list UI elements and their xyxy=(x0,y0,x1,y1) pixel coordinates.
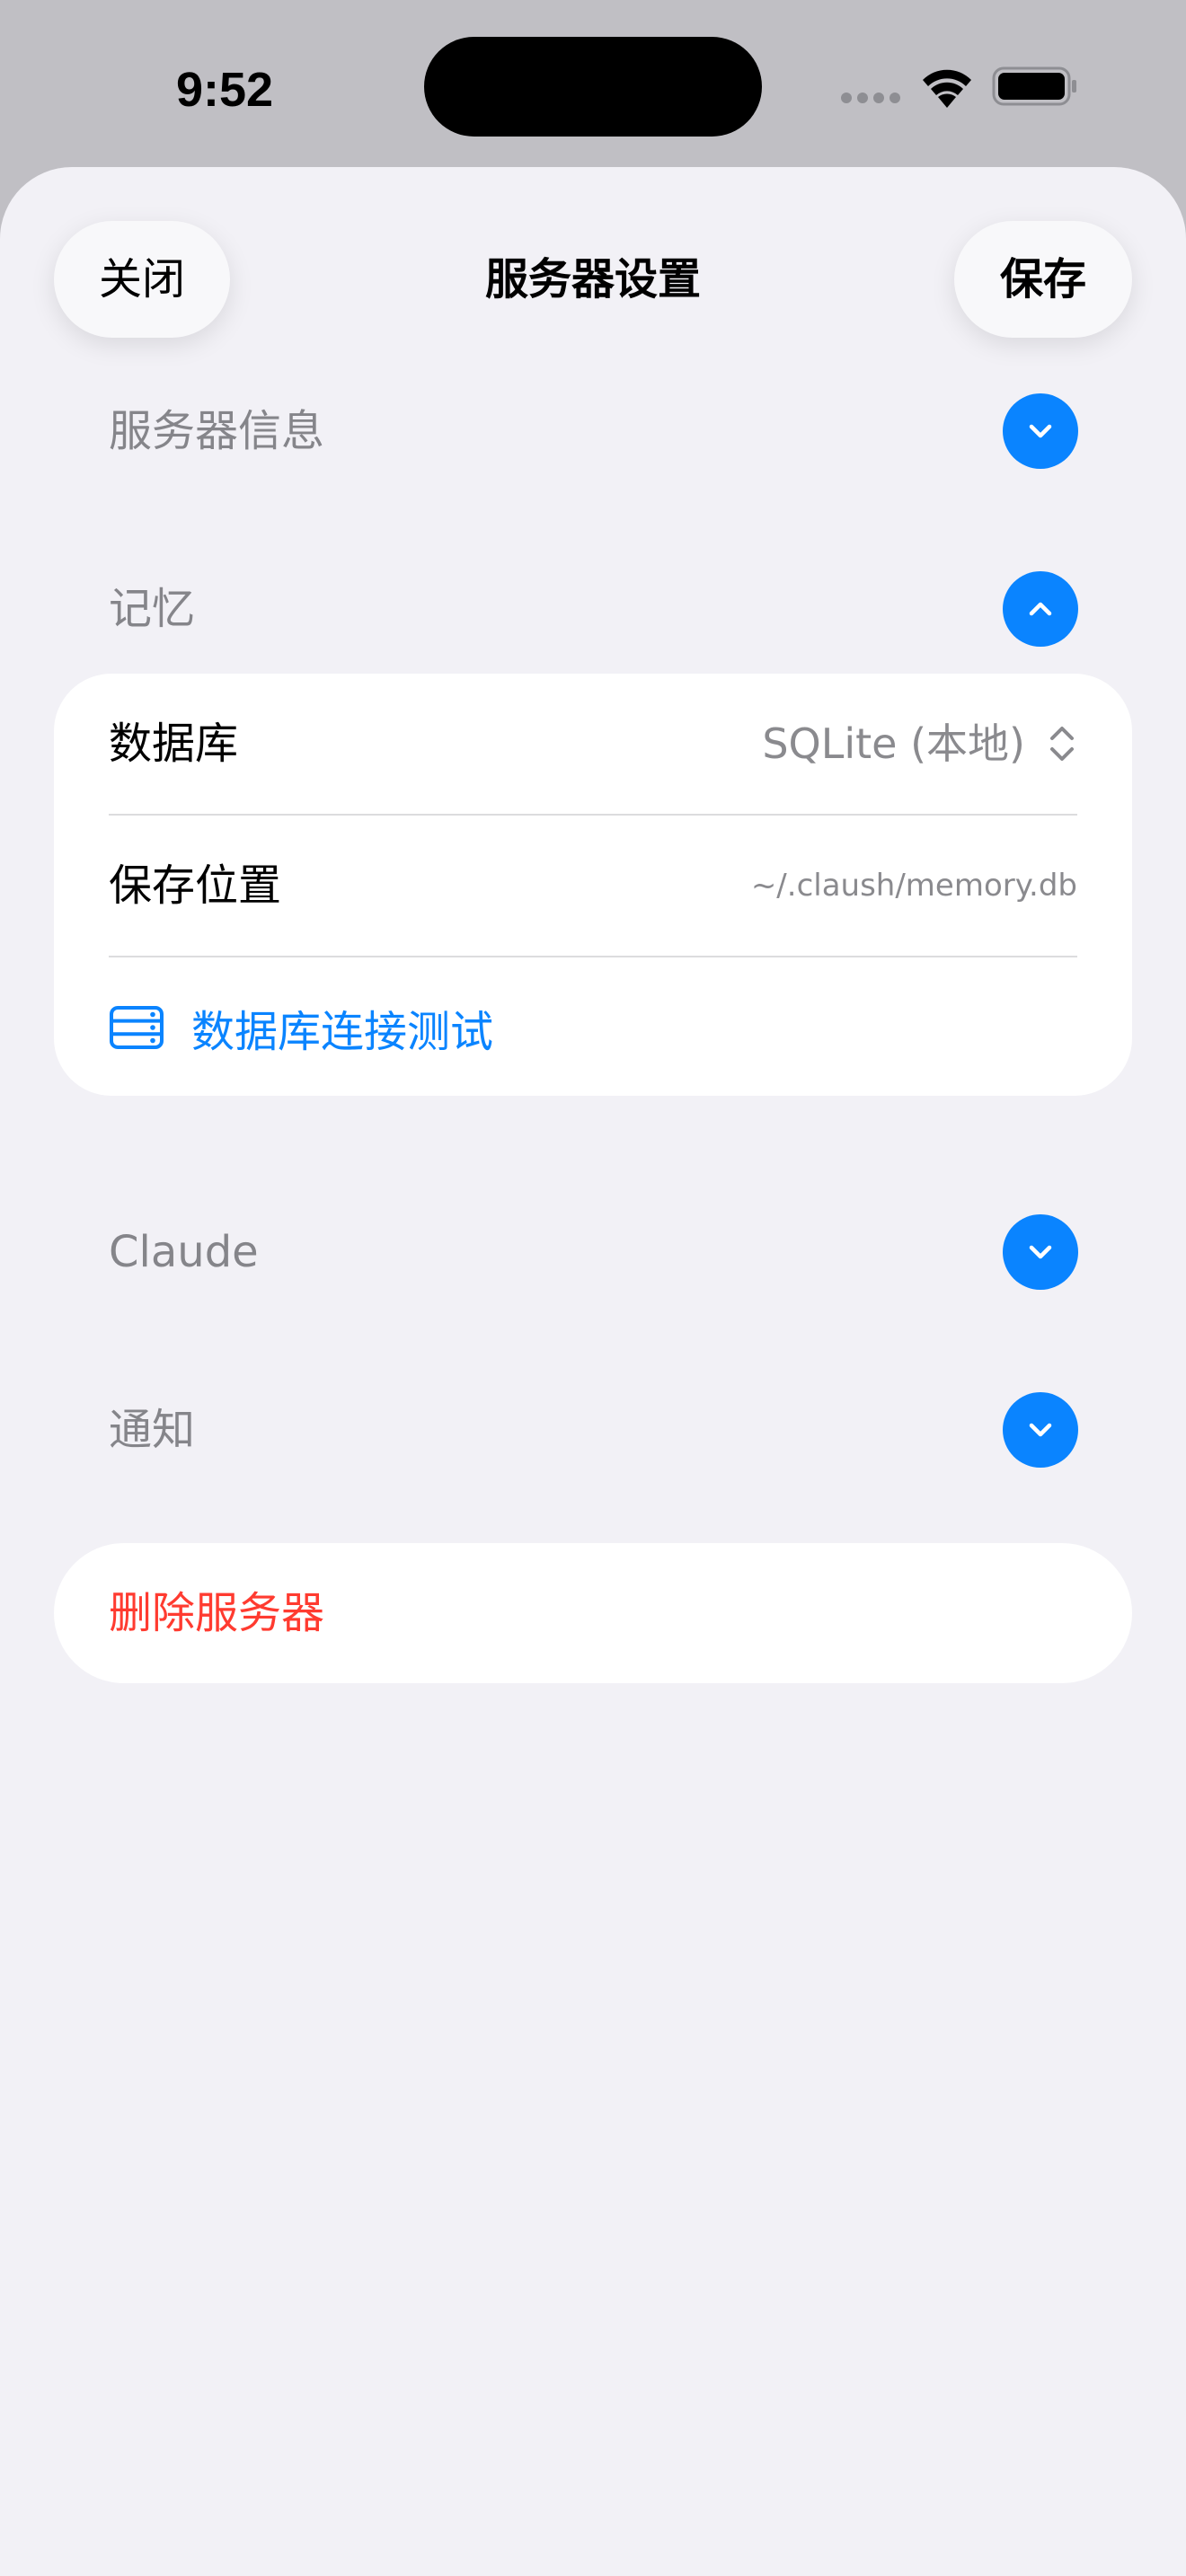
dynamic-island xyxy=(424,37,762,137)
section-label-claude: Claude xyxy=(109,1227,259,1277)
chevron-down-icon[interactable] xyxy=(1003,1392,1078,1468)
chevron-down-icon[interactable] xyxy=(1003,1214,1078,1290)
location-label: 保存位置 xyxy=(109,860,282,911)
battery-icon xyxy=(992,66,1076,106)
close-button[interactable]: 关闭 xyxy=(54,221,230,338)
location-value: ~/.claush/memory.db xyxy=(750,868,1077,904)
database-test-label: 数据库连接测试 xyxy=(191,1007,494,1057)
chevron-down-icon[interactable] xyxy=(1003,393,1078,469)
delete-server-label: 删除服务器 xyxy=(109,1588,325,1638)
section-header-memory[interactable]: 记忆 xyxy=(54,564,1132,654)
database-label: 数据库 xyxy=(109,719,239,769)
section-header-claude[interactable]: Claude xyxy=(54,1207,1132,1297)
cellular-signal-icon xyxy=(841,93,902,105)
save-button[interactable]: 保存 xyxy=(954,221,1132,338)
memory-card: 数据库 SQLite (本地) 保存位置 ~/.claush/memory.db xyxy=(54,674,1132,1096)
database-picker[interactable]: SQLite (本地) xyxy=(762,674,1077,814)
chevron-up-icon[interactable] xyxy=(1003,571,1078,647)
server-rack-icon xyxy=(110,1006,164,1049)
delete-server-button[interactable]: 删除服务器 xyxy=(54,1543,1132,1683)
database-test-button[interactable]: 数据库连接测试 xyxy=(109,957,1077,1098)
status-time: 9:52 xyxy=(175,63,274,117)
section-label-server-info: 服务器信息 xyxy=(109,406,325,456)
database-value: SQLite (本地) xyxy=(762,719,1025,768)
page-title: 服务器设置 xyxy=(484,254,701,304)
up-down-chevron-icon xyxy=(1050,727,1074,761)
status-bar: 9:52 xyxy=(0,0,1186,167)
wifi-icon xyxy=(923,69,971,108)
database-row[interactable]: 数据库 SQLite (本地) xyxy=(109,674,1077,814)
section-label-memory: 记忆 xyxy=(109,584,196,634)
location-row: 保存位置 ~/.claush/memory.db xyxy=(109,816,1077,956)
section-header-server-info[interactable]: 服务器信息 xyxy=(54,386,1132,476)
section-header-notifications[interactable]: 通知 xyxy=(54,1385,1132,1475)
section-label-notifications: 通知 xyxy=(109,1405,196,1455)
settings-sheet: 关闭 服务器设置 保存 服务器信息 记忆 数据库 SQLite (本地) 保存位… xyxy=(0,167,1186,2576)
